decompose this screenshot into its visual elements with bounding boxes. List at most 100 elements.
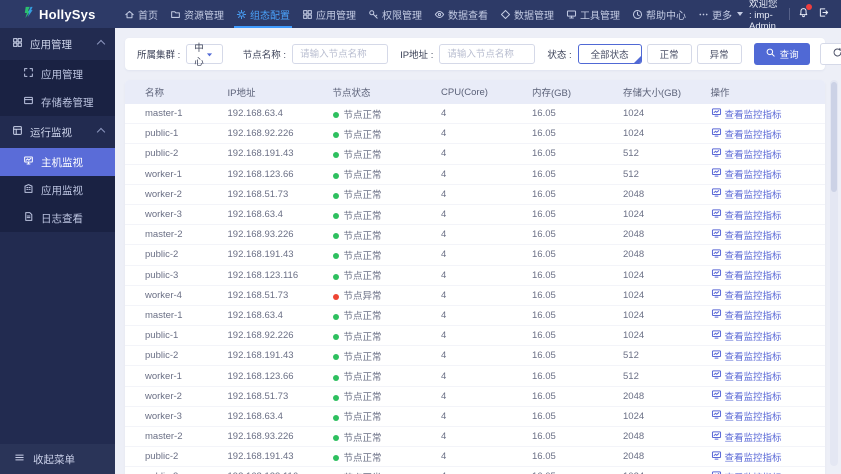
more-icon: [698, 9, 709, 20]
cell-memory: 16.05: [524, 325, 615, 347]
status-option-正常[interactable]: 正常: [646, 44, 692, 64]
view-metrics-link[interactable]: 查看监控指标: [711, 389, 782, 403]
vertical-scrollbar[interactable]: [830, 80, 838, 466]
view-metrics-link[interactable]: 查看监控指标: [711, 208, 782, 222]
node-name-label: 节点名称 :: [242, 50, 287, 61]
nav-item-权限管理[interactable]: 权限管理: [362, 0, 428, 28]
view-metrics-link[interactable]: 查看监控指标: [711, 147, 782, 161]
status-dot: [332, 213, 339, 220]
node-name-input[interactable]: [292, 44, 389, 64]
ip-input[interactable]: [439, 44, 536, 64]
view-metrics-link[interactable]: 查看监控指标: [711, 329, 782, 343]
sidebar-group-header[interactable]: 应用管理: [0, 28, 115, 60]
table-row: master-2 192.168.93.226 节点正常 4 16.05 204…: [125, 426, 825, 448]
sidebar: 应用管理 应用管理 存储卷管理 运行监视 主机监视 应用监视 日志查看 收起菜单: [0, 28, 115, 474]
status-option-全部状态[interactable]: 全部状态: [577, 44, 642, 64]
nav-item-首页[interactable]: 首页: [118, 0, 164, 28]
nav-item-label: 组态配置: [250, 10, 290, 22]
cell-memory: 16.05: [524, 123, 615, 145]
sidebar-group-header[interactable]: 运行监视: [0, 116, 115, 148]
host-monitor-icon: [23, 155, 34, 169]
sidebar-item-主机监视[interactable]: 主机监视: [0, 148, 115, 176]
table-row: worker-1 192.168.123.66 节点正常 4 16.05 512…: [125, 365, 825, 387]
cell-ip: 192.168.92.226: [219, 123, 325, 145]
cell-storage: 512: [615, 164, 703, 185]
folder-icon: [170, 9, 181, 20]
view-metrics-link[interactable]: 查看监控指标: [711, 450, 782, 464]
cell-cpu: 4: [433, 325, 524, 347]
chart-link-icon: [711, 349, 722, 363]
eye-icon: [434, 9, 445, 20]
cell-storage: 512: [615, 143, 703, 165]
view-metrics-link[interactable]: 查看监控指标: [711, 127, 782, 141]
nav-item-应用管理[interactable]: 应用管理: [296, 0, 362, 28]
cell-memory: 16.05: [524, 406, 615, 428]
reset-icon: [832, 47, 841, 61]
cell-storage: 1024: [615, 265, 703, 286]
status-dot: [332, 273, 339, 280]
cell-cpu: 4: [433, 386, 524, 407]
view-metrics-link[interactable]: 查看监控指标: [711, 288, 782, 302]
view-metrics-link[interactable]: 查看监控指标: [711, 268, 782, 282]
nav-item-帮助中心[interactable]: 帮助中心: [626, 0, 692, 28]
sidebar-item-日志查看[interactable]: 日志查看: [0, 204, 115, 232]
cell-storage: 1024: [615, 406, 703, 428]
view-metrics-link[interactable]: 查看监控指标: [711, 248, 782, 262]
nav-item-数据查看[interactable]: 数据查看: [428, 0, 494, 28]
view-metrics-link[interactable]: 查看监控指标: [711, 107, 782, 121]
tools-icon: [566, 9, 577, 20]
cell-name: worker-3: [125, 204, 220, 226]
status-label: 状态 :: [547, 50, 572, 61]
nav-item-资源管理[interactable]: 资源管理: [164, 0, 230, 28]
cell-memory: 16.05: [524, 143, 615, 165]
app-sub-icon: [23, 67, 34, 81]
cell-action: 查看监控指标: [702, 104, 825, 125]
table-row: worker-2 192.168.51.73 节点正常 4 16.05 2048…: [125, 386, 825, 407]
chart-link-icon: [711, 369, 722, 383]
view-metrics-link[interactable]: 查看监控指标: [711, 167, 782, 181]
cell-cpu: 4: [433, 224, 524, 246]
query-button[interactable]: 查询: [753, 43, 810, 65]
cell-name: worker-2: [125, 184, 220, 205]
sidebar-item-存储卷管理[interactable]: 存储卷管理: [0, 88, 115, 116]
table-row: public-2 192.168.191.43 节点正常 4 16.05 512…: [125, 345, 825, 367]
table-row: master-1 192.168.63.4 节点正常 4 16.05 1024 …: [125, 305, 825, 327]
nav-item-数据管理[interactable]: 数据管理: [494, 0, 560, 28]
collapse-menu-button[interactable]: 收起菜单: [0, 444, 115, 474]
scrollbar-thumb[interactable]: [831, 82, 837, 192]
nav-item-工具管理[interactable]: 工具管理: [560, 0, 626, 28]
view-metrics-link[interactable]: 查看监控指标: [711, 308, 782, 322]
view-metrics-link[interactable]: 查看监控指标: [711, 430, 782, 444]
cell-name: master-1: [125, 305, 220, 327]
sidebar-item-应用监视[interactable]: 应用监视: [0, 176, 115, 204]
view-metrics-link[interactable]: 查看监控指标: [711, 349, 782, 363]
view-metrics-link[interactable]: 查看监控指标: [711, 409, 782, 423]
chart-link-icon: [711, 389, 722, 403]
logout-button[interactable]: [818, 7, 829, 21]
sidebar-group: 运行监视 主机监视 应用监视 日志查看: [0, 116, 115, 232]
cell-name: worker-1: [125, 164, 220, 185]
notification-bell-button[interactable]: [798, 4, 812, 21]
sidebar-item-应用管理[interactable]: 应用管理: [0, 60, 115, 88]
cluster-select[interactable]: 中心: [186, 43, 223, 68]
sidebar-group-label: 运行监视: [30, 126, 72, 139]
view-metrics-link[interactable]: 查看监控指标: [711, 187, 782, 201]
view-metrics-link[interactable]: 查看监控指标: [711, 470, 782, 474]
cell-storage: 512: [615, 365, 703, 387]
view-metrics-link[interactable]: 查看监控指标: [711, 369, 782, 383]
chart-link-icon: [711, 228, 722, 242]
column-header: 存储大小(GB): [615, 80, 703, 104]
cell-cpu: 4: [433, 285, 524, 306]
cell-memory: 16.05: [524, 224, 615, 246]
status-option-异常[interactable]: 异常: [696, 44, 742, 64]
nav-item-label: 首页: [138, 10, 158, 22]
view-metrics-link[interactable]: 查看监控指标: [711, 228, 782, 242]
chart-link-icon: [711, 329, 722, 343]
nav-item-更多[interactable]: 更多: [692, 0, 749, 28]
nav-item-组态配置[interactable]: 组态配置: [230, 0, 296, 28]
cell-memory: 16.05: [524, 305, 615, 327]
cell-name: master-2: [125, 426, 220, 448]
reset-button[interactable]: 重置: [819, 43, 841, 65]
chart-link-icon: [711, 248, 722, 262]
sidebar-item-label: 应用管理: [41, 68, 83, 81]
